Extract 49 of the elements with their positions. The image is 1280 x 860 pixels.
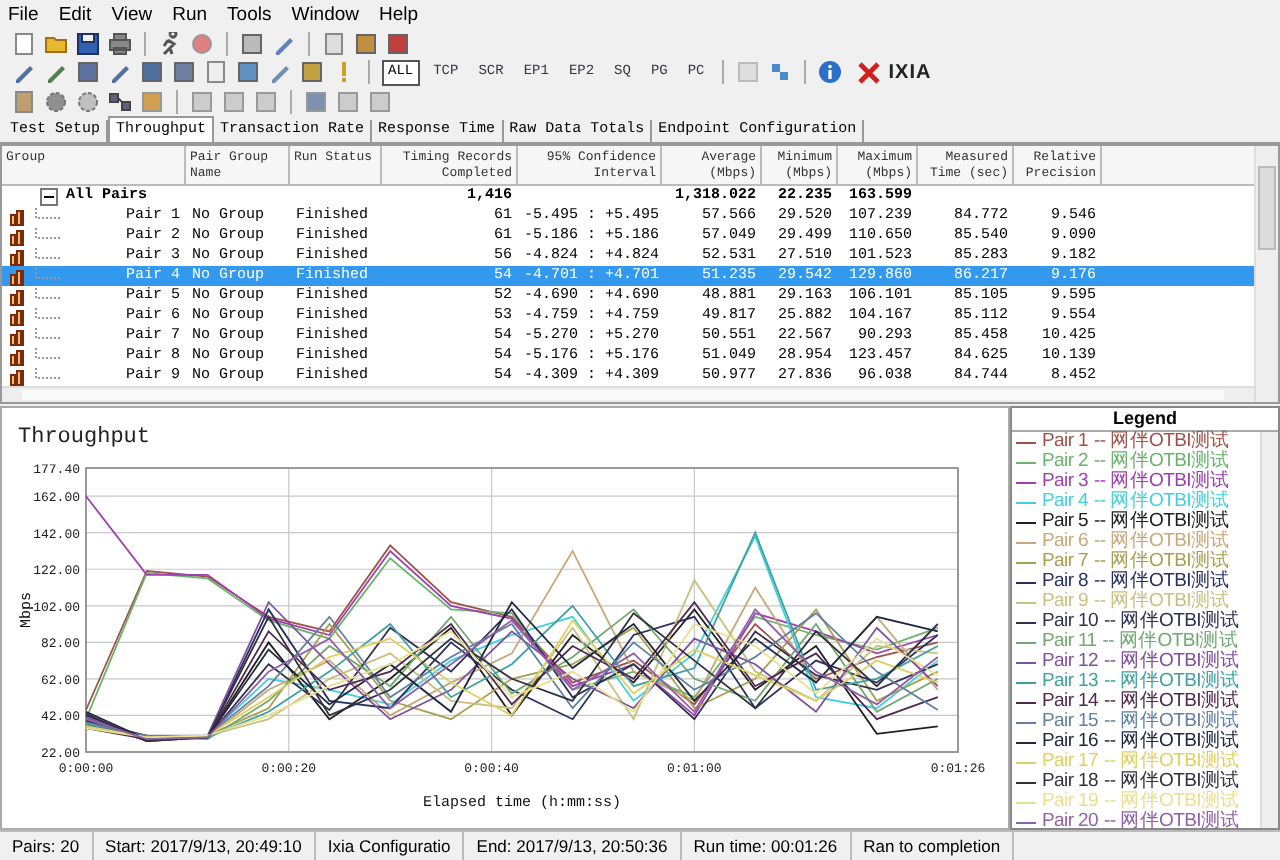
legend-description: -- 网伴OTBI测试 <box>1094 452 1230 472</box>
legend-description: -- 网伴OTBI测试 <box>1104 652 1240 672</box>
chart-title: Throughput <box>18 426 151 450</box>
legend-label: Pair 9 <box>1042 592 1089 612</box>
legend-label: Pair 12 <box>1042 652 1099 672</box>
status-text: End: 2017/9/13, 20:50:36 <box>464 832 682 860</box>
logo-text: IXIA <box>888 61 932 84</box>
legend-description: -- 网伴OTBI测试 <box>1104 712 1240 732</box>
legend-label: Pair 16 <box>1042 732 1099 752</box>
legend-description: -- 网伴OTBI测试 <box>1094 532 1230 552</box>
status-text: Start: 2017/9/13, 20:49:10 <box>93 832 316 860</box>
legend-description: -- 网伴OTBI测试 <box>1104 732 1240 752</box>
legend-label: Pair 8 <box>1042 572 1089 592</box>
legend-label: Pair 6 <box>1042 532 1089 552</box>
legend-label: Pair 1 <box>1042 432 1089 452</box>
legend-label: Pair 20 <box>1042 812 1099 832</box>
legend-label: Pair 18 <box>1042 772 1099 792</box>
legend-description: -- 网伴OTBI测试 <box>1104 672 1240 692</box>
legend-label: Pair 17 <box>1042 752 1099 772</box>
legend-description: -- 网伴OTBI测试 <box>1104 812 1240 832</box>
legend-description: -- 网伴OTBI测试 <box>1094 552 1230 572</box>
legend-description: -- 网伴OTBI测试 <box>1104 612 1240 632</box>
legend-description: -- 网伴OTBI测试 <box>1094 592 1230 612</box>
legend-description: -- 网伴OTBI测试 <box>1102 632 1239 652</box>
legend-label: Pair 15 <box>1042 712 1099 732</box>
legend-description: -- 网伴OTBI测试 <box>1094 472 1230 492</box>
legend-label: Pair 2 <box>1042 452 1089 472</box>
legend-label: Pair 7 <box>1042 552 1089 572</box>
legend-description: -- 网伴OTBI测试 <box>1094 492 1230 512</box>
status-text: Run time: 00:01:26 <box>681 832 852 860</box>
status-text: Ran to completion <box>851 832 1015 860</box>
legend-label: Pair 19 <box>1042 792 1099 812</box>
legend-label: Pair 4 <box>1042 492 1089 512</box>
status-text: Pairs: 20 <box>0 832 94 860</box>
legend-description: -- 网伴OTBI测试 <box>1104 692 1240 712</box>
legend-description: -- 网伴OTBI测试 <box>1094 572 1230 592</box>
legend-description: -- 网伴OTBI测试 <box>1094 512 1230 532</box>
legend-label: Pair 10 <box>1042 612 1099 632</box>
legend-label: Pair 5 <box>1042 512 1089 532</box>
legend-description: -- 网伴OTBI测试 <box>1104 772 1240 792</box>
legend-title: Legend <box>1012 408 1278 432</box>
legend-description: -- 网伴OTBI测试 <box>1104 752 1240 772</box>
legend-description: -- 网伴OTBI测试 <box>1094 432 1230 452</box>
legend-label: Pair 13 <box>1042 672 1099 692</box>
legend-description: -- 网伴OTBI测试 <box>1104 792 1240 812</box>
status-text: Ixia Configuratio <box>315 832 465 860</box>
legend-label: Pair 11 <box>1042 632 1097 652</box>
legend-label: Pair 3 <box>1042 472 1089 492</box>
legend-label: Pair 14 <box>1042 692 1099 712</box>
